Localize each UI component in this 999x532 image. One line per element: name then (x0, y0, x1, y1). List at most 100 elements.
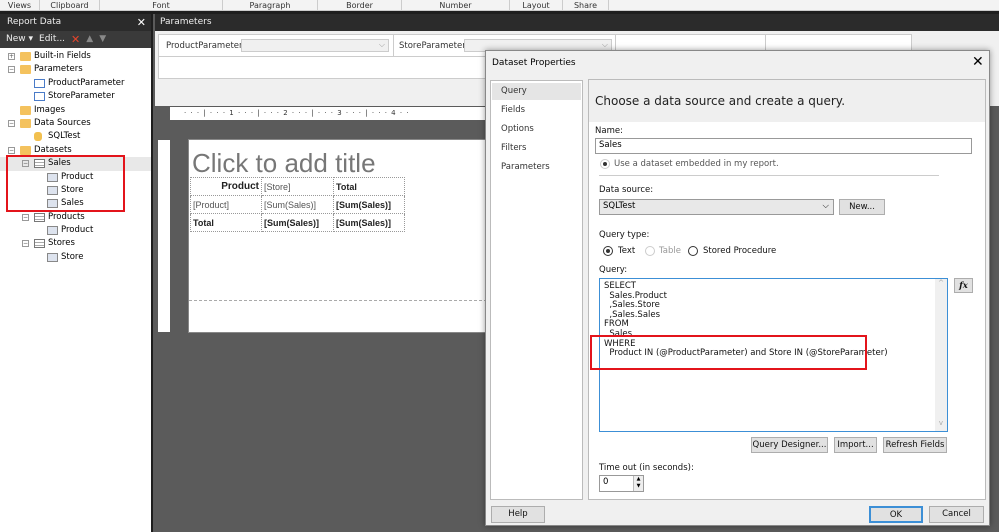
import-button[interactable]: Import... (834, 437, 877, 453)
ribbon-group-number: Number (402, 0, 510, 11)
report-matrix[interactable]: Product [Store] Total [Product] [Sum(Sales)… (190, 177, 405, 232)
name-input[interactable]: Sales (595, 138, 972, 154)
ribbon-group-border: Border (318, 0, 402, 11)
matrix-cell[interactable]: Product (190, 177, 262, 196)
tree-item-label: Built-in Fields (34, 51, 91, 61)
query-type-stored-procedure-radio[interactable] (688, 246, 698, 256)
tree-item-label: Images (34, 104, 66, 115)
collapse-icon[interactable]: − (8, 66, 15, 74)
tree-item[interactable]: ProductParameter (0, 77, 151, 90)
dataset-icon (34, 212, 45, 222)
tree-item[interactable]: − Stores (0, 237, 151, 250)
folder-icon (20, 65, 31, 75)
tree-item[interactable]: StoreParameter (0, 90, 151, 103)
tree-item[interactable]: + Built-in Fields (0, 50, 151, 63)
nav-fields[interactable]: Fields (492, 102, 581, 119)
nav-parameters[interactable]: Parameters (492, 159, 581, 176)
tree-item[interactable]: Store (0, 251, 151, 264)
tree-item[interactable]: SQLTest (0, 130, 151, 143)
tree-item[interactable]: − Data Sources (0, 117, 151, 130)
collapse-icon[interactable]: − (8, 146, 15, 154)
folder-icon (20, 52, 31, 61)
tree-item[interactable]: − Products (0, 211, 151, 224)
folder-icon (20, 145, 31, 155)
refresh-fields-button[interactable]: Refresh Fields (883, 437, 947, 453)
nav-options[interactable]: Options (492, 121, 581, 138)
query-designer-button[interactable]: Query Designer... (751, 437, 828, 453)
horizontal-ruler: · · · | · · · 1 · · · | · · · 2 · · · | … (170, 107, 490, 120)
nav-query[interactable]: Query (492, 83, 581, 100)
help-button[interactable]: Help (491, 506, 545, 523)
query-type-table-label: Table (659, 246, 681, 256)
move-down-icon[interactable]: ▼ (99, 31, 106, 48)
matrix-cell[interactable]: [Sum(Sales)] (261, 195, 334, 214)
close-icon[interactable]: ✕ (972, 54, 984, 70)
matrix-cell[interactable]: [Sum(Sales)] (261, 213, 334, 232)
expand-icon[interactable]: + (8, 53, 15, 60)
tree-item[interactable]: − Parameters (0, 63, 151, 76)
database-icon (34, 132, 42, 142)
tree-item-label: ProductParameter (48, 77, 125, 88)
data-source-value: SQLTest (603, 201, 636, 211)
new-data-source-button[interactable]: New... (839, 199, 885, 215)
matrix-cell[interactable]: [Sum(Sales)] (333, 195, 405, 214)
new-button[interactable]: New ▾ (6, 31, 33, 48)
product-parameter-dropdown[interactable]: ⌵ (241, 39, 389, 52)
chevron-down-icon: ⌵ (601, 40, 608, 49)
tree-item[interactable]: Product (0, 224, 151, 237)
cancel-button[interactable]: Cancel (929, 506, 984, 523)
folder-icon (20, 105, 31, 115)
matrix-cell[interactable]: [Product] (190, 195, 262, 214)
field-icon (47, 226, 58, 236)
query-scrollbar[interactable]: ^ v (935, 279, 947, 431)
divider (599, 175, 939, 176)
report-data-panel: Report Data ✕ New ▾ Edit... ✕ ▲ ▼ + Built… (0, 14, 153, 532)
query-label: Query: (599, 265, 628, 275)
timeout-label: Time out (in seconds): (599, 463, 694, 473)
query-type-table-radio[interactable] (645, 246, 655, 256)
page-footer-divider (189, 300, 487, 301)
collapse-icon[interactable]: − (22, 240, 29, 248)
tree-item-label: Products (48, 211, 85, 222)
name-label: Name: (595, 126, 623, 136)
collapse-icon[interactable]: − (8, 119, 15, 127)
collapse-icon[interactable]: − (22, 213, 29, 221)
matrix-cell[interactable]: [Sum(Sales)] (333, 213, 405, 232)
vertical-ruler (158, 140, 170, 332)
dataset-icon (34, 239, 45, 249)
tree-item-label: StoreParameter (48, 91, 115, 102)
spinner-arrows-icon[interactable]: ▲ ▼ (633, 476, 643, 491)
query-type-text-radio[interactable] (603, 246, 613, 256)
timeout-spinner[interactable]: 0 ▲ ▼ (599, 475, 644, 492)
tree-item[interactable]: Images (0, 104, 151, 117)
matrix-cell[interactable]: [Store] (261, 177, 334, 196)
close-icon[interactable]: ✕ (137, 14, 146, 31)
delete-icon[interactable]: ✕ (71, 31, 80, 48)
tree-item-label: Product (61, 225, 94, 236)
report-body[interactable]: Click to add title Product [Store] Total [… (188, 139, 488, 333)
report-title-placeholder[interactable]: Click to add title (192, 148, 376, 179)
ribbon-group-views: Views (0, 0, 40, 11)
chevron-down-icon: ⌵ (822, 201, 829, 211)
timeout-value: 0 (603, 477, 609, 487)
expression-button[interactable]: fx (954, 278, 973, 293)
nav-filters[interactable]: Filters (492, 140, 581, 157)
highlight-box-where-clause (590, 335, 867, 370)
ok-button[interactable]: OK (869, 506, 923, 523)
dataset-properties-dialog: Dataset Properties ✕ Query Fields Option… (485, 50, 990, 526)
ribbon-group-font: Font (100, 0, 223, 11)
panel-title: Report Data (7, 17, 62, 27)
tree-item-label: Data Sources (34, 117, 91, 128)
matrix-cell[interactable]: Total (190, 213, 262, 232)
parameter-icon (34, 92, 45, 102)
embedded-radio[interactable] (600, 159, 610, 169)
matrix-cell[interactable]: Total (333, 177, 405, 196)
parameters-header: Parameters (155, 14, 999, 31)
tree-item-label: SQLTest (48, 131, 81, 142)
ribbon-group-share: Share (563, 0, 609, 11)
data-source-select[interactable]: SQLTest ⌵ (599, 199, 834, 215)
dialog-title: Dataset Properties (492, 58, 576, 68)
move-up-icon[interactable]: ▲ (86, 31, 93, 48)
parameter-icon (34, 78, 45, 88)
edit-button[interactable]: Edit... (39, 31, 65, 48)
